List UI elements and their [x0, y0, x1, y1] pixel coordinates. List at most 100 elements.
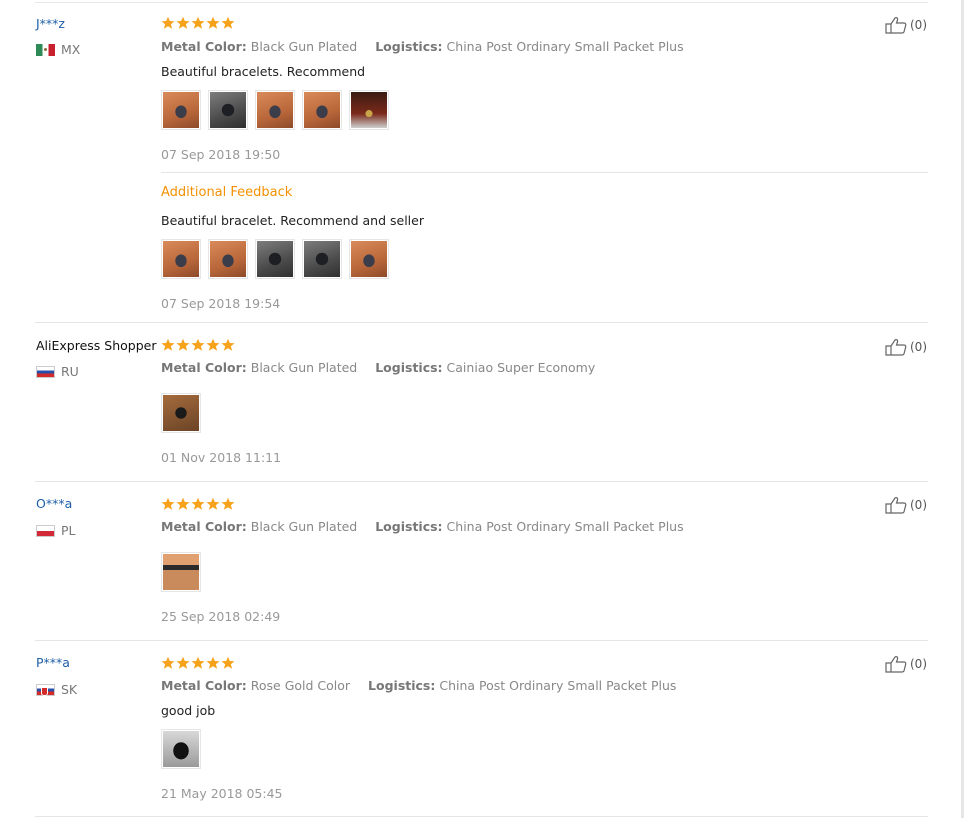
metal-color-value: Black Gun Plated: [250, 519, 358, 534]
reviewer-country: PL: [36, 523, 76, 538]
review-date: 07 Sep 2018 19:50: [161, 147, 281, 162]
rating-stars: [161, 497, 235, 511]
order-info: Metal Color: Black Gun Plated Logistics:…: [161, 360, 595, 375]
metal-color-label: Metal Color:: [161, 39, 247, 54]
additional-feedback-date: 07 Sep 2018 19:54: [161, 296, 281, 311]
star-icon: [221, 656, 235, 669]
logistics-value: Cainiao Super Economy: [446, 360, 596, 375]
reviewer-name[interactable]: O***a: [36, 496, 72, 511]
logistics-label: Logistics:: [375, 360, 443, 375]
country-code: RU: [61, 364, 79, 379]
rating-stars: [161, 338, 235, 352]
review-photo-thumbnail[interactable]: [255, 239, 295, 279]
star-icon: [191, 656, 205, 669]
star-icon: [221, 16, 235, 29]
review-date: 21 May 2018 05:45: [161, 786, 283, 801]
review-photo-thumbnail[interactable]: [349, 90, 389, 130]
star-icon: [176, 497, 190, 510]
thumbs-up-icon: [885, 497, 907, 514]
rating-stars: [161, 656, 235, 670]
country-code: SK: [61, 682, 78, 697]
star-icon: [191, 497, 205, 510]
star-icon: [221, 338, 235, 351]
star-icon: [161, 16, 175, 30]
review-text: good job: [161, 703, 216, 718]
metal-color-value: Black Gun Plated: [250, 39, 358, 54]
helpful-button[interactable]: (0): [885, 496, 927, 514]
reviewer-country: MX: [36, 42, 80, 57]
logistics-label: Logistics:: [375, 39, 443, 54]
reviewer-name[interactable]: J***z: [36, 16, 65, 31]
metal-color-value: Black Gun Plated: [250, 360, 358, 375]
review-photo-thumbnail[interactable]: [161, 90, 201, 130]
thumbs-up-icon: [885, 656, 907, 673]
review-photo-thumbnail[interactable]: [161, 239, 201, 279]
review-photo-thumbnail[interactable]: [349, 239, 389, 279]
star-icon: [206, 656, 220, 669]
additional-feedback-photos: [161, 239, 389, 279]
review-photo-thumbnail[interactable]: [161, 393, 201, 433]
thumbs-up-icon: [885, 339, 907, 356]
metal-color-label: Metal Color:: [161, 678, 247, 693]
country-code: PL: [61, 523, 76, 538]
helpful-button[interactable]: (0): [885, 16, 927, 34]
logistics-value: China Post Ordinary Small Packet Plus: [439, 678, 677, 693]
reviewer-country: SK: [36, 682, 77, 697]
flag-slovakia-icon: [36, 683, 55, 696]
star-icon: [206, 497, 220, 510]
logistics-value: China Post Ordinary Small Packet Plus: [446, 519, 684, 534]
review-date: 25 Sep 2018 02:49: [161, 609, 281, 624]
flag-mexico-icon: [36, 43, 55, 56]
helpful-count: (0): [910, 498, 927, 512]
star-icon: [161, 338, 175, 351]
order-info: Metal Color: Black Gun Plated Logistics:…: [161, 39, 684, 54]
logistics-label: Logistics:: [368, 678, 436, 693]
star-icon: [176, 338, 190, 351]
divider: [161, 172, 928, 173]
star-icon: [206, 16, 220, 29]
metal-color-value: Rose Gold Color: [250, 678, 351, 693]
review-photo-thumbnail[interactable]: [302, 90, 342, 130]
helpful-button[interactable]: (0): [885, 655, 927, 673]
flag-poland-icon: [36, 524, 55, 537]
review-photo-thumbnail[interactable]: [302, 239, 342, 279]
star-icon: [206, 338, 220, 351]
divider: [35, 2, 928, 3]
logistics-value: China Post Ordinary Small Packet Plus: [446, 39, 684, 54]
star-icon: [176, 656, 190, 669]
helpful-count: (0): [910, 18, 927, 32]
flag-russia-icon: [36, 365, 55, 378]
reviewer-name: AliExpress Shopper: [36, 338, 157, 353]
divider: [35, 640, 928, 641]
divider: [35, 322, 928, 323]
review-photo-thumbnail[interactable]: [255, 90, 295, 130]
star-icon: [161, 497, 175, 510]
additional-feedback-text: Beautiful bracelet. Recommend and seller: [161, 213, 424, 228]
divider: [35, 816, 928, 817]
star-icon: [161, 656, 175, 669]
review-text: Beautiful bracelets. Recommend: [161, 64, 366, 79]
helpful-button[interactable]: (0): [885, 338, 927, 356]
star-icon: [191, 338, 205, 351]
review-photo-thumbnail[interactable]: [208, 90, 248, 130]
review-photos: [161, 393, 201, 433]
country-code: MX: [61, 42, 81, 57]
divider: [35, 481, 928, 482]
review-photos: [161, 729, 201, 769]
review-photos: [161, 552, 201, 592]
star-icon: [176, 16, 190, 29]
reviewer-name[interactable]: P***a: [36, 655, 70, 670]
logistics-label: Logistics:: [375, 519, 443, 534]
additional-feedback-heading: Additional Feedback: [161, 185, 293, 200]
metal-color-label: Metal Color:: [161, 360, 247, 375]
review-photo-thumbnail[interactable]: [161, 729, 201, 769]
review-date: 01 Nov 2018 11:11: [161, 450, 282, 465]
order-info: Metal Color: Rose Gold Color Logistics: …: [161, 678, 676, 693]
review-photo-thumbnail[interactable]: [208, 239, 248, 279]
rating-stars: [161, 16, 235, 30]
order-info: Metal Color: Black Gun Plated Logistics:…: [161, 519, 684, 534]
helpful-count: (0): [910, 340, 927, 354]
star-icon: [191, 16, 205, 29]
helpful-count: (0): [910, 657, 927, 671]
review-photo-thumbnail[interactable]: [161, 552, 201, 592]
